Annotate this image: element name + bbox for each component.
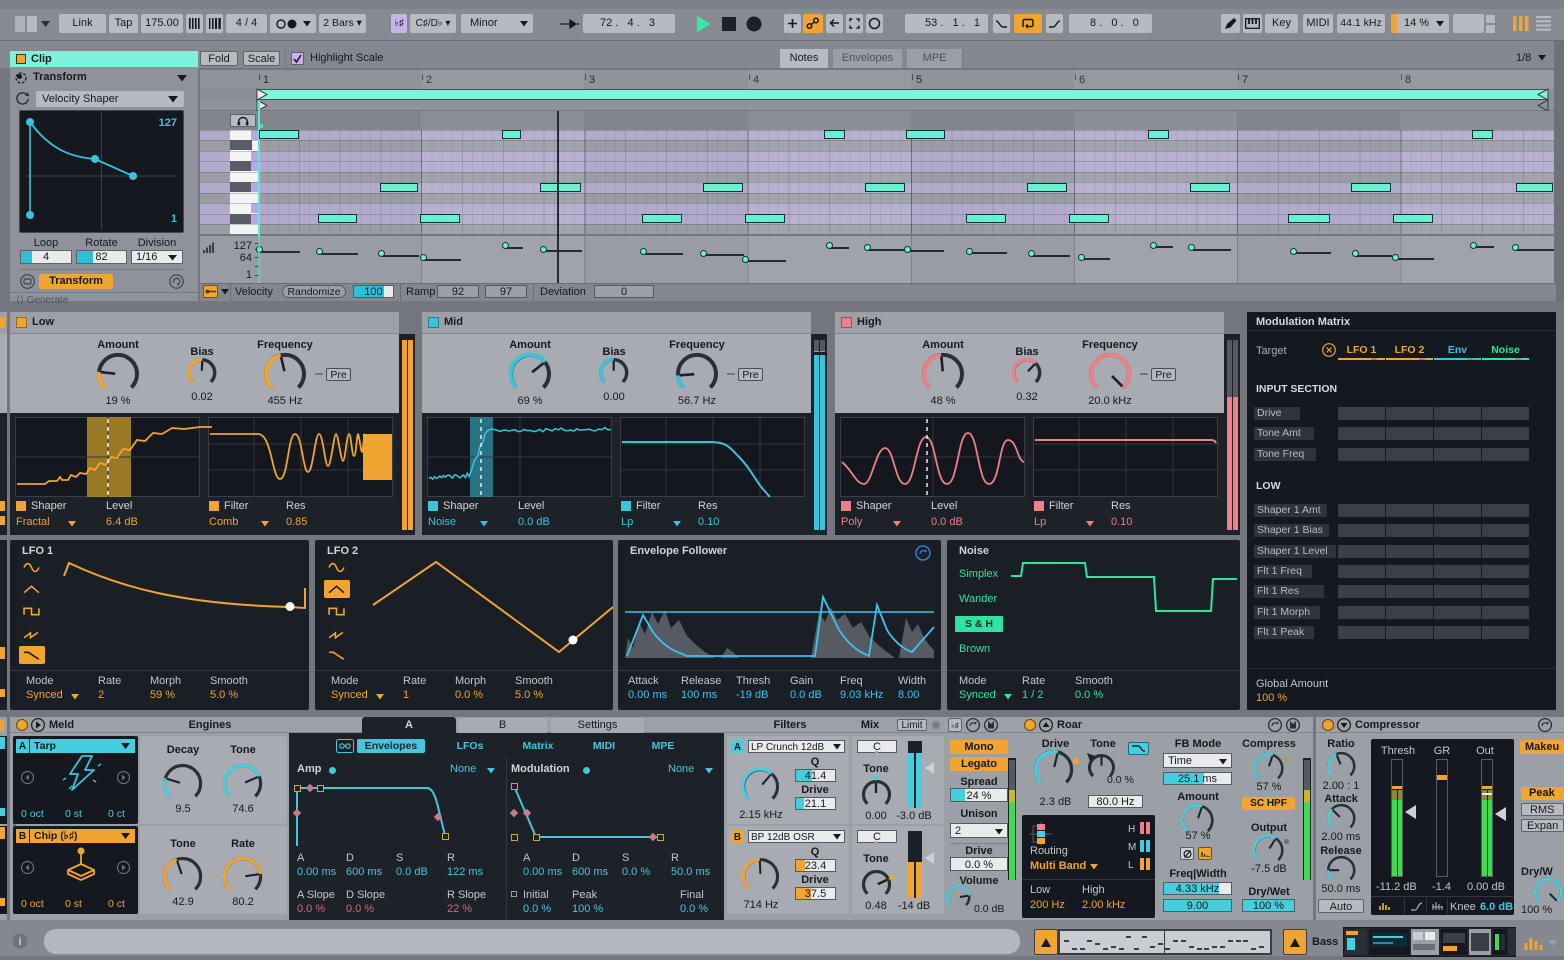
- svg-text:i: i: [18, 936, 21, 948]
